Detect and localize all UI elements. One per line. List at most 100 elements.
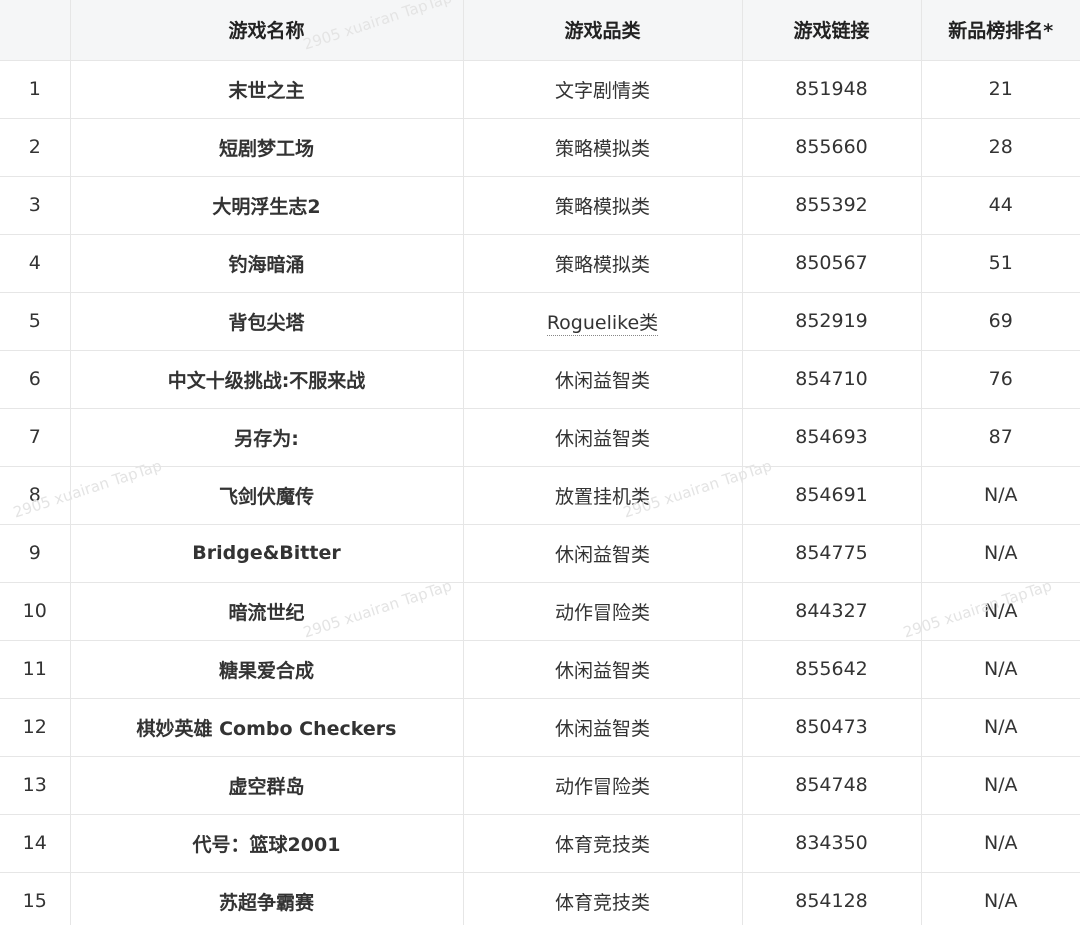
table-row: 7 另存为: 休闲益智类 854693 87 <box>0 407 1080 467</box>
row-number: 8 <box>0 465 71 525</box>
new-rank: 69 <box>920 291 1080 351</box>
table-body: 1 末世之主 文字剧情类 851948 21 2 短剧梦工场 策略模拟类 855… <box>0 59 1080 925</box>
row-number: 2 <box>0 117 71 177</box>
row-number: 1 <box>0 59 71 119</box>
game-category: 策略模拟类 <box>462 117 743 177</box>
game-table-container: 游戏名称 游戏品类 游戏链接 新品榜排名* 1 末世之主 文字剧情类 85194… <box>0 0 1080 925</box>
row-number: 6 <box>0 349 71 409</box>
header-game-category: 游戏品类 <box>462 0 743 61</box>
row-number: 11 <box>0 639 71 699</box>
game-name: 糖果爱合成 <box>69 639 464 699</box>
row-number: 13 <box>0 755 71 815</box>
table-row: 15 苏超争霸赛 体育竞技类 854128 N/A <box>0 871 1080 925</box>
game-link[interactable]: 854693 <box>741 407 922 467</box>
game-ranking-table: 游戏名称 游戏品类 游戏链接 新品榜排名* 1 末世之主 文字剧情类 85194… <box>0 0 1080 925</box>
table-row: 5 背包尖塔 Roguelike类 852919 69 <box>0 291 1080 351</box>
new-rank: 28 <box>920 117 1080 177</box>
table-row: 1 末世之主 文字剧情类 851948 21 <box>0 59 1080 119</box>
new-rank: N/A <box>920 697 1080 757</box>
game-link[interactable]: 850567 <box>741 233 922 293</box>
game-link[interactable]: 852919 <box>741 291 922 351</box>
new-rank: N/A <box>920 639 1080 699</box>
header-game-name: 游戏名称 <box>69 0 464 61</box>
new-rank: N/A <box>920 755 1080 815</box>
game-name: 苏超争霸赛 <box>69 871 464 925</box>
new-rank: N/A <box>920 523 1080 583</box>
game-name: 另存为: <box>69 407 464 467</box>
header-number <box>0 0 71 61</box>
table-row: 8 飞剑伏魔传 放置挂机类 854691 N/A <box>0 465 1080 525</box>
table-row: 12 棋妙英雄 Combo Checkers 休闲益智类 850473 N/A <box>0 697 1080 757</box>
game-name: 虚空群岛 <box>69 755 464 815</box>
game-link[interactable]: 834350 <box>741 813 922 873</box>
table-row: 2 短剧梦工场 策略模拟类 855660 28 <box>0 117 1080 177</box>
new-rank: 51 <box>920 233 1080 293</box>
category-glossary-term[interactable]: Roguelike类 <box>546 311 659 336</box>
game-category: 休闲益智类 <box>462 697 743 757</box>
table-header-row: 游戏名称 游戏品类 游戏链接 新品榜排名* <box>0 0 1080 61</box>
game-name: 钓海暗涌 <box>69 233 464 293</box>
table-row: 10 暗流世纪 动作冒险类 844327 N/A <box>0 581 1080 641</box>
new-rank: 21 <box>920 59 1080 119</box>
game-name: 暗流世纪 <box>69 581 464 641</box>
table-row: 13 虚空群岛 动作冒险类 854748 N/A <box>0 755 1080 815</box>
game-link[interactable]: 855642 <box>741 639 922 699</box>
new-rank: 76 <box>920 349 1080 409</box>
game-category: 休闲益智类 <box>462 523 743 583</box>
row-number: 9 <box>0 523 71 583</box>
game-link[interactable]: 855660 <box>741 117 922 177</box>
row-number: 14 <box>0 813 71 873</box>
game-link[interactable]: 854775 <box>741 523 922 583</box>
game-category: 体育竞技类 <box>462 813 743 873</box>
game-link[interactable]: 851948 <box>741 59 922 119</box>
table-row: 14 代号：篮球2001 体育竞技类 834350 N/A <box>0 813 1080 873</box>
game-category: 休闲益智类 <box>462 639 743 699</box>
table-row: 11 糖果爱合成 休闲益智类 855642 N/A <box>0 639 1080 699</box>
game-category: 放置挂机类 <box>462 465 743 525</box>
new-rank: N/A <box>920 465 1080 525</box>
game-name: 短剧梦工场 <box>69 117 464 177</box>
game-name: 飞剑伏魔传 <box>69 465 464 525</box>
game-link[interactable]: 855392 <box>741 175 922 235</box>
new-rank: N/A <box>920 813 1080 873</box>
table-row: 3 大明浮生志2 策略模拟类 855392 44 <box>0 175 1080 235</box>
table-row: 4 钓海暗涌 策略模拟类 850567 51 <box>0 233 1080 293</box>
game-category: 策略模拟类 <box>462 233 743 293</box>
game-link[interactable]: 850473 <box>741 697 922 757</box>
game-name: 棋妙英雄 Combo Checkers <box>69 697 464 757</box>
header-game-link: 游戏链接 <box>741 0 922 61</box>
game-link[interactable]: 854128 <box>741 871 922 925</box>
game-category: 动作冒险类 <box>462 755 743 815</box>
new-rank: 87 <box>920 407 1080 467</box>
new-rank: N/A <box>920 581 1080 641</box>
row-number: 12 <box>0 697 71 757</box>
game-link[interactable]: 854748 <box>741 755 922 815</box>
row-number: 10 <box>0 581 71 641</box>
game-category: 休闲益智类 <box>462 349 743 409</box>
game-name: 末世之主 <box>69 59 464 119</box>
table-row: 9 Bridge&Bitter 休闲益智类 854775 N/A <box>0 523 1080 583</box>
game-name: 代号：篮球2001 <box>69 813 464 873</box>
game-name: 背包尖塔 <box>69 291 464 351</box>
game-category: 文字剧情类 <box>462 59 743 119</box>
game-link[interactable]: 854691 <box>741 465 922 525</box>
new-rank: 44 <box>920 175 1080 235</box>
game-link[interactable]: 844327 <box>741 581 922 641</box>
game-category: 动作冒险类 <box>462 581 743 641</box>
game-link[interactable]: 854710 <box>741 349 922 409</box>
game-name: Bridge&Bitter <box>69 523 464 583</box>
row-number: 7 <box>0 407 71 467</box>
game-category: 休闲益智类 <box>462 407 743 467</box>
row-number: 4 <box>0 233 71 293</box>
row-number: 15 <box>0 871 71 925</box>
new-rank: N/A <box>920 871 1080 925</box>
row-number: 5 <box>0 291 71 351</box>
game-category: 体育竞技类 <box>462 871 743 925</box>
game-category: Roguelike类 <box>462 291 743 351</box>
table-row: 6 中文十级挑战:不服来战 休闲益智类 854710 76 <box>0 349 1080 409</box>
game-name: 大明浮生志2 <box>69 175 464 235</box>
row-number: 3 <box>0 175 71 235</box>
game-category: 策略模拟类 <box>462 175 743 235</box>
header-new-rank: 新品榜排名* <box>920 0 1080 61</box>
game-name: 中文十级挑战:不服来战 <box>69 349 464 409</box>
